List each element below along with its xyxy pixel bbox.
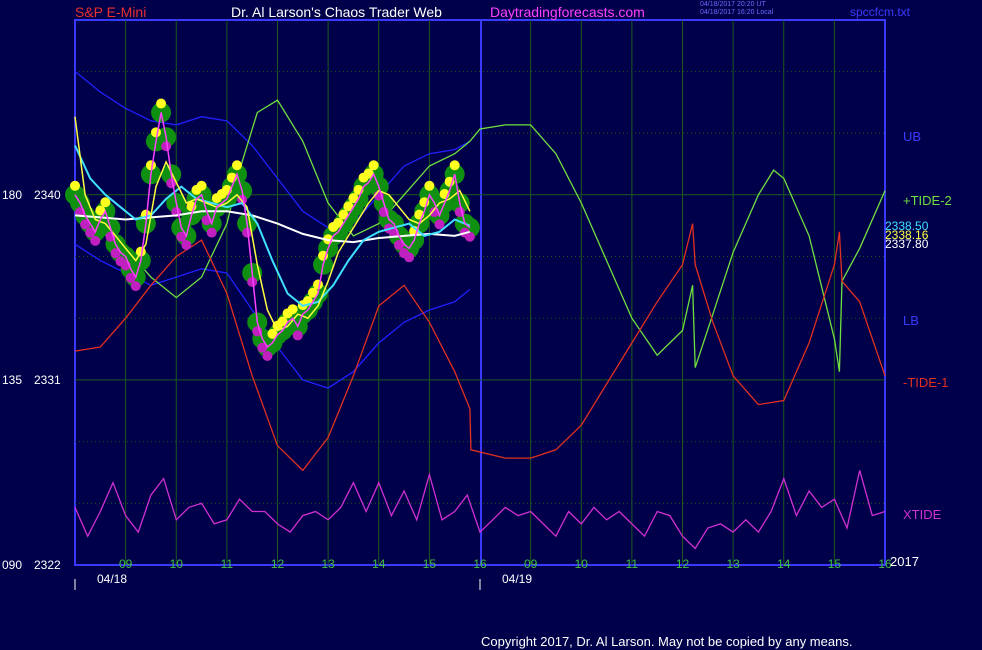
low-dot: [262, 351, 273, 361]
high-dot: [151, 127, 161, 138]
header-site-link[interactable]: Daytradingforecasts.com: [490, 4, 645, 20]
label-tide2: +TIDE-2: [903, 193, 952, 208]
low-dot: [292, 330, 303, 341]
low-dot: [90, 235, 101, 246]
label-xtide: XTIDE: [903, 507, 942, 522]
tick-layer: 180 2340 135 2331 090 2322 09 10 11 12 13 14 15 16 09 1…: [2, 188, 892, 590]
label-lb: LB: [903, 313, 919, 328]
date-label: 04/18: [97, 572, 127, 586]
high-dot: [156, 98, 167, 109]
chart-svg: 180 2340 135 2331 090 2322 09 10 11 12 13 14 15 16 09 1…: [2, 19, 892, 590]
x-tick-label: 10: [170, 557, 184, 571]
chart-title: S&P E-Mini: [75, 4, 147, 20]
y-tick-right: 2331: [34, 373, 61, 387]
low-dot: [181, 239, 192, 250]
date-label: 04/19: [502, 572, 532, 586]
x-tick-label: 12: [676, 557, 690, 571]
high-dot: [449, 160, 460, 171]
upper-band-line: [74, 70, 471, 229]
high-dot: [287, 304, 298, 315]
low-dot: [130, 281, 141, 292]
x-tick-label: 14: [372, 557, 386, 571]
x-tick-label: 15: [423, 557, 437, 571]
low-dot: [206, 227, 217, 238]
x-tick-label: 12: [271, 557, 285, 571]
year-label: 2017: [890, 554, 919, 569]
timestamp-local: 04/18/2017 16:20 Local: [700, 9, 774, 16]
high-dot: [313, 279, 323, 290]
copyright: Copyright 2017, Dr. Al Larson. May not b…: [481, 634, 853, 649]
x-tick-label: 13: [321, 557, 335, 571]
x-tick-label: 09: [119, 557, 133, 571]
y-tick-right: 2340: [34, 188, 61, 202]
high-dot: [196, 180, 207, 191]
x-tick-label: 11: [221, 557, 234, 571]
high-dot: [424, 180, 435, 191]
x-tick-label: 10: [575, 557, 589, 571]
y-tick-right: 2322: [34, 558, 61, 572]
high-dot: [145, 160, 156, 171]
y-tick-left: 135: [2, 373, 22, 387]
high-dot: [368, 160, 379, 171]
label-ub: UB: [903, 129, 922, 144]
x-tick-label: 15: [828, 557, 842, 571]
last-value-3: 2337.80: [885, 237, 929, 251]
x-tick-label: 13: [726, 557, 740, 571]
high-dot: [232, 160, 242, 171]
timestamp-ut: 04/18/2017 20:20 UT: [700, 1, 766, 8]
low-dot: [404, 252, 415, 263]
x-tick-label: 11: [626, 557, 639, 571]
y-tick-left: 090: [2, 558, 22, 572]
file-name: spccfcm.txt: [850, 5, 911, 19]
y-tick-left: 180: [2, 188, 22, 202]
x-tick-label: 16: [473, 557, 487, 571]
high-dot: [70, 180, 80, 191]
header-center: Dr. Al Larson's Chaos Trader Web: [231, 4, 442, 20]
label-tide1: -TIDE-1: [903, 375, 949, 390]
x-tick-label: 09: [524, 557, 538, 571]
x-tick-label: 14: [777, 557, 791, 571]
